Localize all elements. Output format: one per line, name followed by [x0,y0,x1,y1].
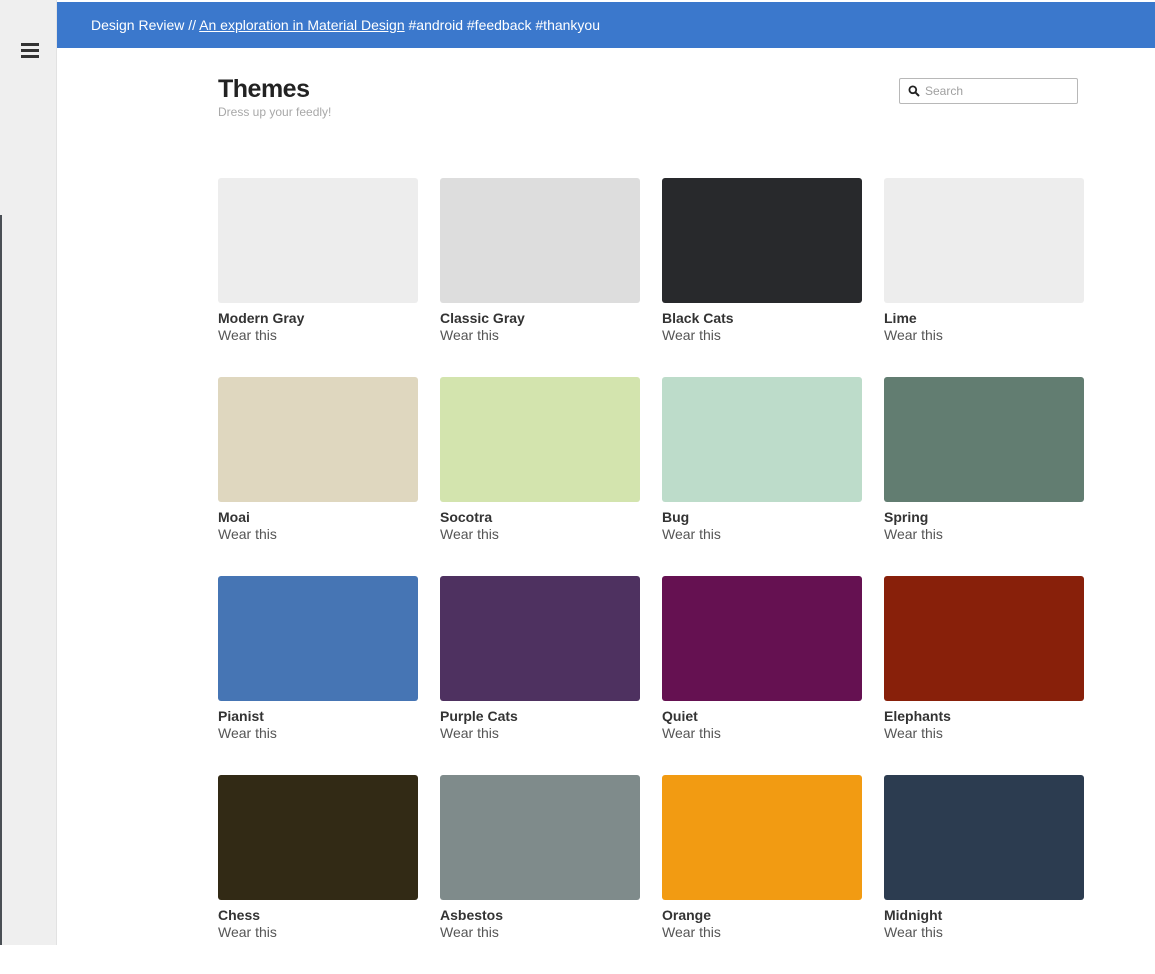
theme-swatch[interactable] [884,576,1084,701]
theme-card: Black Cats Wear this [662,178,862,377]
theme-name: Moai [218,509,250,525]
theme-card: Modern Gray Wear this [218,178,418,377]
theme-name: Classic Gray [440,310,525,326]
search-box[interactable] [899,78,1078,104]
wear-this-link[interactable]: Wear this [884,526,943,542]
window-edge [0,215,2,945]
theme-card: Classic Gray Wear this [440,178,640,377]
theme-swatch[interactable] [884,178,1084,303]
announcement-link[interactable]: An exploration in Material Design [199,17,404,33]
wear-this-link[interactable]: Wear this [218,327,277,343]
theme-name: Purple Cats [440,708,518,724]
announcement-prefix: Design Review // [91,17,197,33]
theme-name: Bug [662,509,690,525]
theme-name: Orange [662,907,712,923]
theme-card: Asbestos Wear this [440,775,640,974]
wear-this-link[interactable]: Wear this [218,526,277,542]
theme-card: Spring Wear this [884,377,1084,576]
wear-this-link[interactable]: Wear this [218,924,277,940]
theme-card: Midnight Wear this [884,775,1084,974]
theme-swatch[interactable] [218,178,418,303]
theme-name: Chess [218,907,261,923]
theme-name: Midnight [884,907,943,923]
theme-swatch[interactable] [662,576,862,701]
theme-name: Spring [884,509,929,525]
wear-this-link[interactable]: Wear this [440,526,499,542]
wear-this-link[interactable]: Wear this [662,327,721,343]
wear-this-link[interactable]: Wear this [884,924,943,940]
announcement-bar: Design Review // An exploration in Mater… [57,2,1155,48]
theme-swatch[interactable] [440,775,640,900]
theme-swatch[interactable] [884,775,1084,900]
theme-card: Lime Wear this [884,178,1084,377]
search-input[interactable] [925,81,1073,101]
wear-this-link[interactable]: Wear this [440,725,499,741]
theme-swatch[interactable] [440,576,640,701]
theme-swatch[interactable] [218,775,418,900]
theme-card: Orange Wear this [662,775,862,974]
theme-name: Modern Gray [218,310,305,326]
search-icon [908,85,920,97]
theme-name: Socotra [440,509,493,525]
wear-this-link[interactable]: Wear this [662,725,721,741]
theme-name: Quiet [662,708,698,724]
theme-card: Pianist Wear this [218,576,418,775]
theme-swatch[interactable] [218,377,418,502]
wear-this-link[interactable]: Wear this [884,725,943,741]
theme-card: Socotra Wear this [440,377,640,576]
announcement-hashtags: #android #feedback #thankyou [408,17,600,33]
theme-card: Chess Wear this [218,775,418,974]
theme-card: Quiet Wear this [662,576,862,775]
theme-swatch[interactable] [662,178,862,303]
theme-card: Purple Cats Wear this [440,576,640,775]
theme-name: Pianist [218,708,264,724]
theme-swatch[interactable] [662,377,862,502]
page-subtitle: Dress up your feedly! [218,105,332,119]
wear-this-link[interactable]: Wear this [440,327,499,343]
theme-card: Elephants Wear this [884,576,1084,775]
theme-grid: Modern Gray Wear this Classic Gray Wear thi… [218,178,1084,974]
hamburger-menu-icon[interactable] [21,42,39,58]
wear-this-link[interactable]: Wear this [662,924,721,940]
theme-swatch[interactable] [440,377,640,502]
theme-swatch[interactable] [440,178,640,303]
theme-swatch[interactable] [884,377,1084,502]
theme-name: Elephants [884,708,951,724]
wear-this-link[interactable]: Wear this [662,526,721,542]
theme-card: Moai Wear this [218,377,418,576]
theme-name: Lime [884,310,917,326]
theme-swatch[interactable] [662,775,862,900]
theme-name: Asbestos [440,907,504,923]
left-sidebar [0,0,57,945]
wear-this-link[interactable]: Wear this [884,327,943,343]
wear-this-link[interactable]: Wear this [218,725,277,741]
theme-name: Black Cats [662,310,734,326]
wear-this-link[interactable]: Wear this [440,924,499,940]
theme-card: Bug Wear this [662,377,862,576]
page-title: Themes [218,75,310,103]
theme-swatch[interactable] [218,576,418,701]
